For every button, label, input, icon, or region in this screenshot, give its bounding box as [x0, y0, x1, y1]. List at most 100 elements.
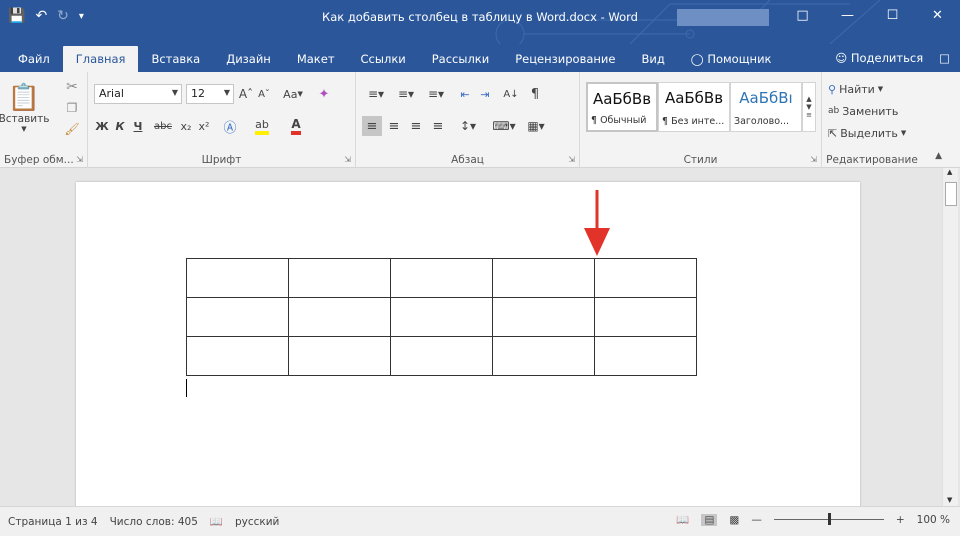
style-normal[interactable]: АаБбВв ¶ Обычный — [586, 82, 658, 132]
table-cell[interactable] — [186, 258, 289, 298]
tab-mailings[interactable]: Рассылки — [419, 46, 502, 72]
change-case-button[interactable]: Aa ▼ — [278, 84, 308, 104]
underline-button[interactable]: Ч — [130, 116, 146, 136]
document-page[interactable] — [76, 182, 860, 512]
word-table[interactable] — [186, 258, 697, 376]
proofing-icon[interactable]: 📖 — [210, 515, 223, 528]
title-bar: 💾 ↶ ↻ ▾ Как добавить столбец в таблицу в… — [0, 0, 960, 44]
align-center-icon[interactable]: ≡ — [384, 116, 404, 136]
zoom-out-icon[interactable]: — — [751, 514, 762, 526]
clear-formatting-icon[interactable]: ✦ — [314, 84, 334, 104]
line-spacing-icon[interactable]: ↕▾ — [454, 116, 482, 136]
subscript-icon[interactable]: x₂ — [178, 116, 194, 136]
tab-design[interactable]: Дизайн — [213, 46, 284, 72]
decrease-indent-icon[interactable]: ⇤ — [456, 84, 474, 104]
select-button[interactable]: ⇱ Выделить ▼ — [828, 124, 906, 142]
table-cell[interactable] — [492, 336, 595, 376]
dialog-launcher-icon[interactable]: ⇲ — [810, 155, 817, 164]
justify-icon[interactable]: ≡ — [428, 116, 448, 136]
table-cell[interactable] — [390, 297, 493, 337]
minimize-icon[interactable]: — — [825, 0, 870, 30]
tab-insert[interactable]: Вставка — [138, 46, 213, 72]
table-cell[interactable] — [492, 297, 595, 337]
replace-button[interactable]: ab Заменить — [828, 102, 898, 120]
table-cell[interactable] — [390, 258, 493, 298]
collapse-ribbon-icon[interactable]: ▲ — [935, 151, 942, 161]
shading-icon[interactable]: ⌨▾ — [490, 116, 518, 136]
sort-icon[interactable]: A↓ — [502, 84, 520, 104]
styles-scroll[interactable]: ▲ ▼ ≡ — [802, 82, 816, 132]
word-count[interactable]: Число слов: 405 — [110, 516, 198, 528]
dialog-launcher-icon[interactable]: ⇲ — [568, 155, 575, 164]
close-icon[interactable]: ✕ — [915, 0, 960, 30]
table-cell[interactable] — [594, 336, 697, 376]
table-cell[interactable] — [594, 297, 697, 337]
paste-button[interactable]: 📋 Вставить ▼ — [0, 78, 49, 138]
zoom-slider[interactable] — [773, 513, 884, 525]
font-size-dropdown[interactable]: 12 ▼ — [186, 84, 234, 104]
web-layout-icon[interactable]: ▩ — [729, 514, 739, 526]
share-button[interactable]: ☺ Поделиться — [835, 51, 923, 65]
ribbon-display-options-icon[interactable]: □ — [780, 0, 825, 30]
align-left-icon[interactable]: ≡ — [362, 116, 382, 136]
table-cell[interactable] — [288, 258, 391, 298]
select-label: Выделить — [840, 126, 898, 140]
bold-button[interactable]: Ж — [94, 116, 110, 136]
tell-me[interactable]: ◯ Помощник — [678, 46, 785, 72]
zoom-slider-thumb[interactable] — [827, 513, 831, 525]
tab-file[interactable]: Файл — [5, 46, 63, 72]
font-name-dropdown[interactable]: Arial ▼ — [94, 84, 182, 104]
tab-review[interactable]: Рецензирование — [502, 46, 628, 72]
bullets-icon[interactable]: ≡▾ — [362, 84, 390, 104]
comments-icon[interactable]: □ — [939, 51, 950, 65]
superscript-icon[interactable]: x² — [196, 116, 212, 136]
zoom-in-icon[interactable]: + — [896, 514, 905, 526]
scroll-up-icon[interactable]: ▲ — [947, 168, 952, 176]
read-mode-icon[interactable]: 📖 — [676, 513, 689, 526]
maximize-icon[interactable]: ☐ — [870, 0, 915, 30]
share-label: Поделиться — [850, 51, 924, 65]
dialog-launcher-icon[interactable]: ⇲ — [76, 155, 83, 164]
highlight-color-icon[interactable]: ab — [248, 116, 276, 136]
table-row — [186, 336, 697, 376]
vertical-scrollbar[interactable]: ▲ ▼ — [942, 168, 958, 506]
italic-button[interactable]: К — [112, 116, 128, 136]
table-cell[interactable] — [288, 336, 391, 376]
tab-references[interactable]: Ссылки — [348, 46, 419, 72]
tab-view[interactable]: Вид — [628, 46, 677, 72]
text-effects-icon[interactable]: Ⓐ — [218, 116, 242, 136]
table-cell[interactable] — [186, 297, 289, 337]
borders-icon[interactable]: ▦▾ — [522, 116, 550, 136]
grow-font-icon[interactable]: Aˆ — [238, 84, 254, 104]
zoom-level[interactable]: 100 % — [917, 514, 950, 526]
language[interactable]: русский — [235, 516, 279, 528]
style-no-spacing[interactable]: АаБбВв ¶ Без инте... — [658, 82, 730, 132]
align-right-icon[interactable]: ≡ — [406, 116, 426, 136]
find-button[interactable]: ⚲ Найти ▼ — [828, 80, 883, 98]
style-heading[interactable]: АаБбВı Заголово... — [730, 82, 802, 132]
table-cell[interactable] — [594, 258, 697, 298]
page-count[interactable]: Страница 1 из 4 — [8, 516, 98, 528]
cut-icon[interactable]: ✂ — [62, 78, 82, 96]
show-formatting-icon[interactable]: ¶ — [526, 84, 544, 104]
dialog-launcher-icon[interactable]: ⇲ — [344, 155, 351, 164]
table-cell[interactable] — [390, 336, 493, 376]
user-account[interactable] — [677, 9, 769, 26]
scroll-down-icon[interactable]: ▼ — [947, 496, 952, 504]
tab-home[interactable]: Главная — [62, 46, 139, 72]
ribbon-tabs: Файл Главная Вставка Дизайн Макет Ссылки… — [0, 44, 960, 72]
font-color-icon[interactable]: A — [282, 116, 310, 136]
table-cell[interactable] — [492, 258, 595, 298]
scrollbar-thumb[interactable] — [945, 182, 957, 206]
table-cell[interactable] — [288, 297, 391, 337]
shrink-font-icon[interactable]: Aˇ — [256, 84, 272, 104]
strikethrough-button[interactable]: abc — [152, 116, 174, 136]
tab-layout[interactable]: Макет — [284, 46, 348, 72]
copy-icon[interactable]: ❐ — [62, 99, 82, 117]
table-cell[interactable] — [186, 336, 289, 376]
format-painter-icon[interactable]: 🖌 — [62, 120, 82, 138]
numbering-icon[interactable]: ≡▾ — [392, 84, 420, 104]
print-layout-icon[interactable]: ▤ — [701, 513, 718, 526]
increase-indent-icon[interactable]: ⇥ — [476, 84, 494, 104]
multilevel-list-icon[interactable]: ≡▾ — [422, 84, 450, 104]
